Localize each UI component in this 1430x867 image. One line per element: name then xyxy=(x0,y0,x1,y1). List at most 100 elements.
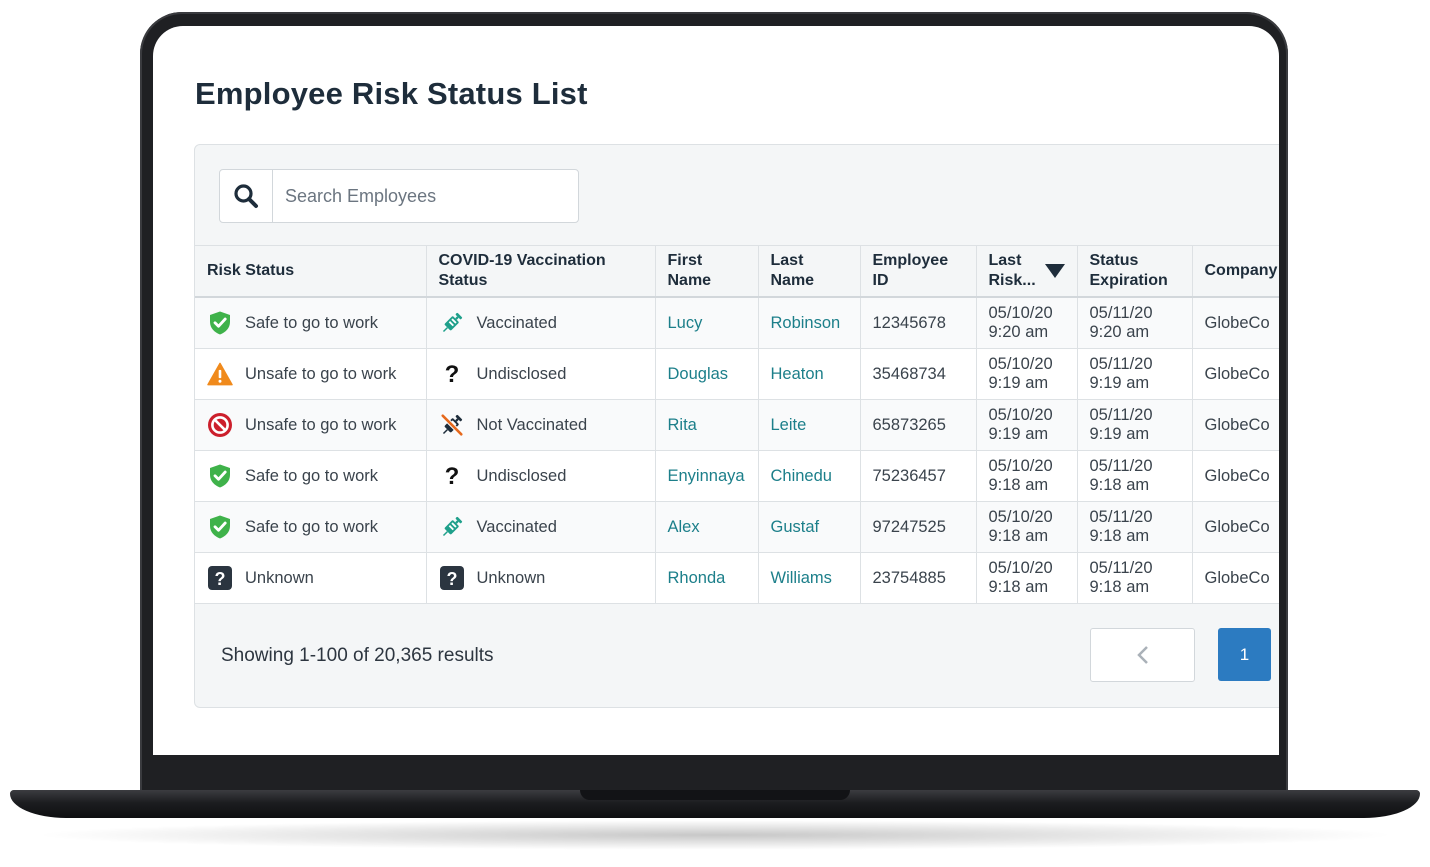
cell-employee-id: 35468734 xyxy=(860,348,977,400)
risk-status-text: Unsafe to go to work xyxy=(245,415,397,434)
expiration-date: 05/11/20 xyxy=(1089,406,1153,424)
first-name-link[interactable]: Lucy xyxy=(668,314,703,332)
expiration-time: 9:18 am xyxy=(1089,527,1150,545)
laptop-screen: Employee Risk Status List Risk Status CO… xyxy=(153,26,1279,755)
cell-first-name: Enyinnaya xyxy=(655,450,759,502)
last-risk-time: 9:18 am xyxy=(988,527,1049,545)
cell-last-risk: 05/10/20 9:20 am xyxy=(976,297,1078,349)
cell-first-name: Alex xyxy=(655,501,759,553)
cell-risk-status: Unsafe to go to work xyxy=(195,399,427,451)
vaccination-status-text: Undisclosed xyxy=(476,364,567,383)
expiration-time: 9:20 am xyxy=(1089,323,1150,341)
cell-risk-status: Safe to go to work xyxy=(195,501,427,553)
risk-status-text: Safe to go to work xyxy=(245,517,378,536)
expiration-date: 05/11/20 xyxy=(1089,355,1153,373)
cell-company: GlobeCo xyxy=(1192,501,1279,553)
risk-status-text: Unknown xyxy=(245,568,314,587)
cell-first-name: Douglas xyxy=(655,348,759,400)
cell-first-name: Lucy xyxy=(655,297,759,349)
shield-check-icon xyxy=(207,463,233,489)
cell-vaccination-status: Not Vaccinated xyxy=(426,399,656,451)
cell-last-risk: 05/10/20 9:18 am xyxy=(976,450,1078,502)
svg-text:?: ? xyxy=(444,463,459,489)
col-header-last-risk[interactable]: Last Risk... xyxy=(976,245,1078,298)
first-name-link[interactable]: Rhonda xyxy=(668,569,726,587)
cell-status-expiration: 05/11/20 9:18 am xyxy=(1077,552,1193,604)
laptop-shadow xyxy=(30,820,1400,850)
cell-status-expiration: 05/11/20 9:19 am xyxy=(1077,399,1193,451)
last-risk-time: 9:19 am xyxy=(988,374,1049,392)
risk-status-text: Safe to go to work xyxy=(245,466,378,485)
last-name-link[interactable]: Robinson xyxy=(771,314,841,332)
cell-company: GlobeCo xyxy=(1192,399,1279,451)
employee-list-panel: Risk Status COVID-19 Vaccination Status … xyxy=(194,144,1279,708)
first-name-link[interactable]: Douglas xyxy=(668,365,729,383)
cell-last-name: Leite xyxy=(758,399,861,451)
last-risk-date: 05/10/20 xyxy=(988,406,1053,424)
cell-risk-status: Safe to go to work xyxy=(195,450,427,502)
first-name-link[interactable]: Enyinnaya xyxy=(668,467,745,485)
sort-descending-icon[interactable] xyxy=(1044,264,1065,278)
first-name-link[interactable]: Rita xyxy=(668,416,697,434)
table-row[interactable]: Safe to go to work? Undisclosed Enyinnaya C… xyxy=(195,450,1279,502)
expiration-date: 05/11/20 xyxy=(1089,559,1153,577)
pagination-page-1[interactable]: 1 xyxy=(1218,628,1271,681)
cell-employee-id: 97247525 xyxy=(860,501,977,553)
results-count: Showing 1-100 of 20,365 results xyxy=(221,645,494,666)
cell-status-expiration: 05/11/20 9:18 am xyxy=(1077,501,1193,553)
table-row[interactable]: ? Unknown? Unknown Rhonda Williams 23754885 05… xyxy=(195,552,1279,604)
table-row[interactable]: Unsafe to go to work Not Vaccinated Rita Le… xyxy=(195,399,1279,451)
prohibited-icon xyxy=(207,412,233,438)
cell-status-expiration: 05/11/20 9:18 am xyxy=(1077,450,1193,502)
last-risk-time: 9:20 am xyxy=(988,323,1049,341)
chevron-left-icon xyxy=(1136,646,1148,664)
cell-last-risk: 05/10/20 9:19 am xyxy=(976,348,1078,400)
last-risk-time: 9:18 am xyxy=(988,476,1049,494)
syringe-icon xyxy=(439,310,465,336)
page-title: Employee Risk Status List xyxy=(195,76,588,111)
col-header-company[interactable]: Company xyxy=(1192,245,1279,298)
risk-status-text: Unsafe to go to work xyxy=(245,364,397,383)
expiration-time: 9:19 am xyxy=(1089,374,1150,392)
cell-last-name: Gustaf xyxy=(758,501,861,553)
col-header-risk-status[interactable]: Risk Status xyxy=(195,245,427,298)
svg-text:?: ? xyxy=(444,361,459,387)
cell-status-expiration: 05/11/20 9:19 am xyxy=(1077,348,1193,400)
last-risk-date: 05/10/20 xyxy=(988,355,1053,373)
cell-first-name: Rita xyxy=(655,399,759,451)
vaccination-status-text: Undisclosed xyxy=(476,466,567,485)
unknown-box-icon: ? xyxy=(207,565,233,591)
syringe-crossed-icon xyxy=(439,412,465,438)
cell-last-risk: 05/10/20 9:19 am xyxy=(976,399,1078,451)
employee-table: Risk Status COVID-19 Vaccination Status … xyxy=(195,245,1279,604)
last-name-link[interactable]: Heaton xyxy=(771,365,824,383)
last-name-link[interactable]: Chinedu xyxy=(771,467,832,485)
search-icon[interactable] xyxy=(220,170,273,222)
col-header-first-name[interactable]: First Name xyxy=(655,245,759,298)
col-header-vaccination-status[interactable]: COVID-19 Vaccination Status xyxy=(426,245,656,298)
col-header-status-expiration[interactable]: Status Expiration xyxy=(1077,245,1193,298)
table-row[interactable]: Safe to go to work Vaccinated Lucy Robinson… xyxy=(195,297,1279,349)
table-row[interactable]: Safe to go to work Vaccinated Alex Gustaf 97… xyxy=(195,501,1279,553)
col-header-last-name[interactable]: Last Name xyxy=(758,245,861,298)
last-name-link[interactable]: Williams xyxy=(771,569,832,587)
table-row[interactable]: Unsafe to go to work? Undisclosed Douglas H… xyxy=(195,348,1279,400)
first-name-link[interactable]: Alex xyxy=(668,518,700,536)
last-name-link[interactable]: Gustaf xyxy=(771,518,820,536)
cell-last-risk: 05/10/20 9:18 am xyxy=(976,552,1078,604)
shield-check-icon xyxy=(207,310,233,336)
unknown-box-icon: ? xyxy=(439,565,465,591)
pagination-prev-button[interactable] xyxy=(1090,628,1195,682)
search-box[interactable] xyxy=(219,169,579,223)
search-input[interactable] xyxy=(273,172,577,220)
cell-vaccination-status: ? Unknown xyxy=(426,552,656,604)
last-name-link[interactable]: Leite xyxy=(771,416,807,434)
svg-text:?: ? xyxy=(446,569,457,589)
syringe-icon xyxy=(439,514,465,540)
cell-company: GlobeCo xyxy=(1192,552,1279,604)
col-header-employee-id[interactable]: Employee ID xyxy=(860,245,977,298)
table-header-row: Risk Status COVID-19 Vaccination Status … xyxy=(195,245,1279,298)
expiration-time: 9:19 am xyxy=(1089,425,1150,443)
cell-risk-status: ? Unknown xyxy=(195,552,427,604)
svg-text:?: ? xyxy=(215,569,226,589)
